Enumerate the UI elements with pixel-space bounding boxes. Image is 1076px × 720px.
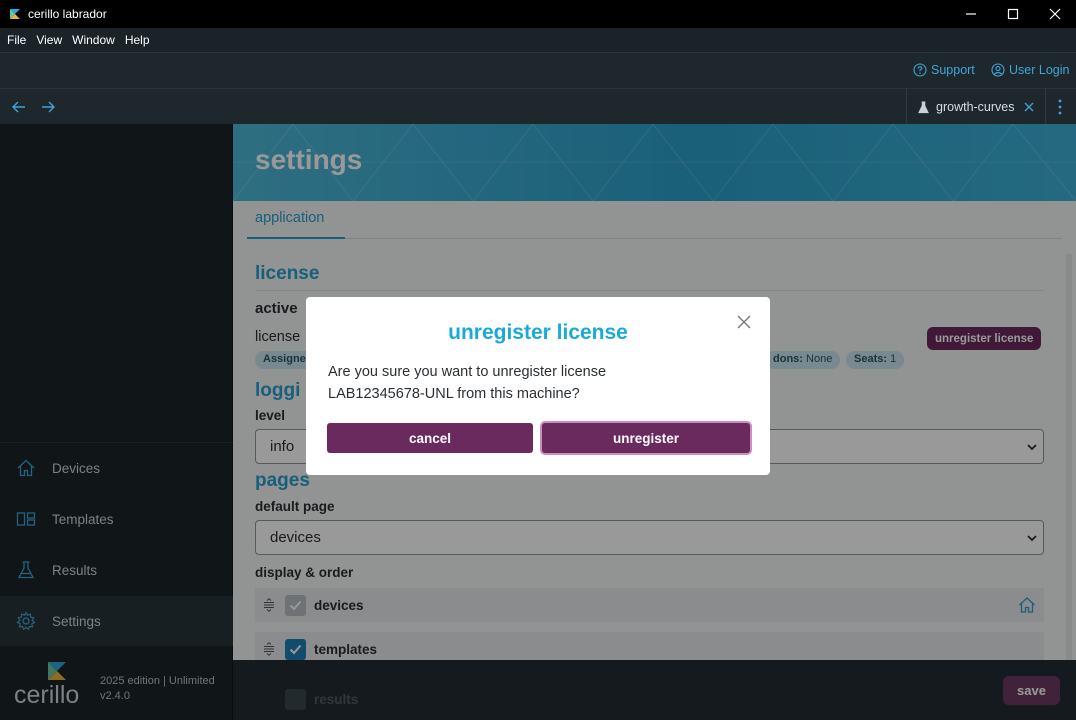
maximize-icon (1007, 8, 1019, 20)
back-arrow-icon[interactable] (10, 98, 28, 116)
unregister-license-dialog: unregister license Are you sure you want… (306, 297, 770, 475)
forward-arrow-icon[interactable] (39, 98, 57, 116)
cancel-button[interactable]: cancel (327, 423, 533, 453)
menu-bar: File View Window Help (0, 28, 1076, 52)
close-icon[interactable] (736, 314, 752, 330)
user-icon (991, 63, 1005, 77)
minimize-icon (966, 13, 976, 15)
dialog-message-line1: Are you sure you want to unregister lice… (328, 364, 607, 380)
open-tab-growth-curves[interactable]: growth-curves (906, 89, 1046, 125)
close-window-button[interactable] (1034, 0, 1076, 28)
top-links-bar: Support User Login (0, 52, 1076, 88)
open-tab-label: growth-curves (936, 100, 1015, 114)
close-tab-icon[interactable] (1023, 101, 1035, 113)
user-login-label: User Login (1009, 63, 1070, 77)
support-link[interactable]: Support (913, 63, 975, 77)
close-icon (1049, 8, 1061, 20)
menu-view[interactable]: View (31, 33, 67, 47)
user-login-link[interactable]: User Login (991, 63, 1069, 77)
help-circle-icon (913, 63, 927, 77)
dialog-title: unregister license (448, 321, 628, 344)
navigation-bar: growth-curves (0, 88, 1076, 125)
minimize-button[interactable] (950, 0, 992, 28)
dialog-message: Are you sure you want to unregister lice… (328, 361, 748, 405)
more-options-icon[interactable] (1052, 97, 1068, 117)
menu-help[interactable]: Help (120, 33, 155, 47)
menu-window[interactable]: Window (67, 33, 120, 47)
flask-icon (918, 100, 929, 113)
support-label: Support (931, 63, 975, 77)
maximize-button[interactable] (992, 0, 1034, 28)
window-title: cerillo labrador (28, 7, 107, 21)
unregister-confirm-button[interactable]: unregister (542, 423, 750, 453)
dialog-message-line2: LAB12345678-UNL from this machine? (328, 386, 580, 402)
menu-file[interactable]: File (2, 33, 31, 47)
app-logo-icon (10, 9, 20, 19)
title-bar: cerillo labrador (0, 0, 1076, 28)
